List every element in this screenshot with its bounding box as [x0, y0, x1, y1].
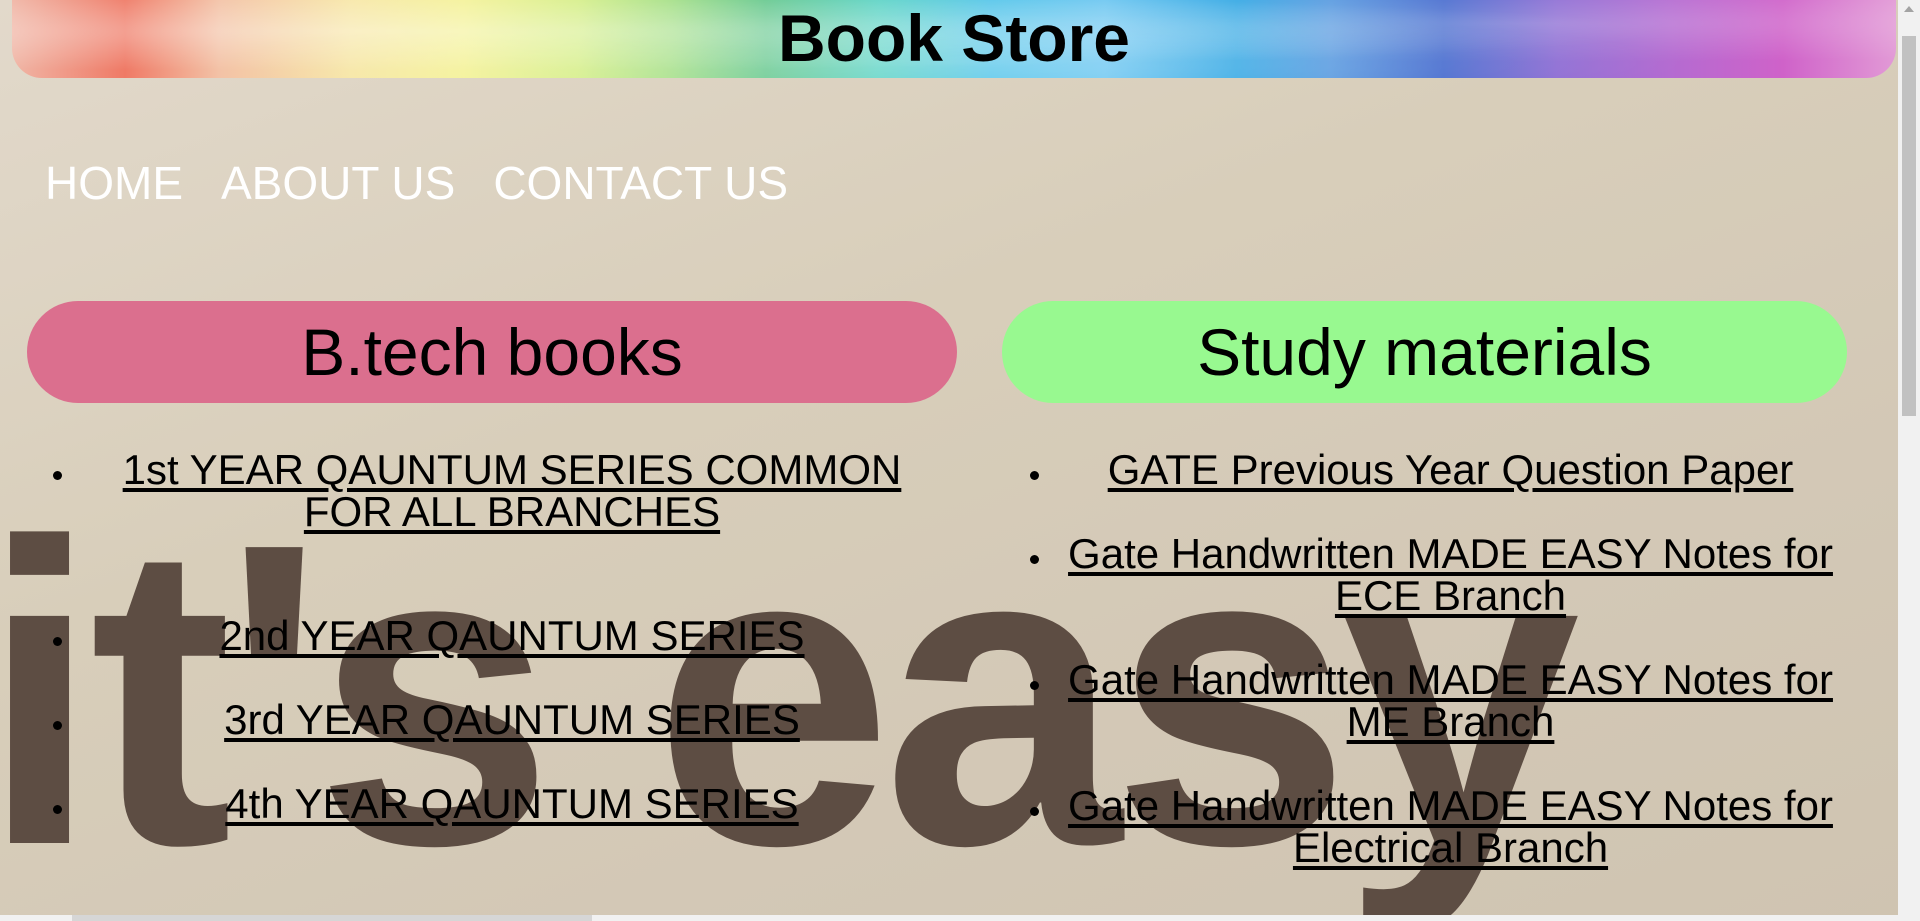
btech-books-section: B.tech books 1st YEAR QAUNTUM SERIES COM… — [27, 301, 957, 867]
vertical-scrollbar[interactable] — [1898, 0, 1920, 921]
list-item: Gate Handwritten MADE EASY Notes for Ele… — [1054, 785, 1847, 869]
material-link-ece-notes[interactable]: Gate Handwritten MADE EASY Notes for ECE… — [1068, 530, 1833, 619]
header-banner: Book Store — [12, 0, 1896, 78]
list-item: GATE Previous Year Question Paper — [1054, 449, 1847, 491]
list-item: Gate Handwritten MADE EASY Notes for ME … — [1054, 659, 1847, 743]
list-item: 3rd YEAR QAUNTUM SERIES — [77, 699, 947, 741]
horizontal-scrollbar-thumb[interactable] — [72, 915, 592, 921]
list-item: 4th YEAR QAUNTUM SERIES — [77, 783, 947, 825]
nav-contact-us[interactable]: CONTACT US — [493, 160, 788, 206]
scrollbar-thumb[interactable] — [1902, 36, 1916, 416]
study-materials-section: Study materials GATE Previous Year Quest… — [1002, 301, 1847, 911]
book-link-2nd-year[interactable]: 2nd YEAR QAUNTUM SERIES — [219, 612, 804, 659]
book-link-4th-year[interactable]: 4th YEAR QAUNTUM SERIES — [225, 780, 798, 827]
material-link-electrical-notes[interactable]: Gate Handwritten MADE EASY Notes for Ele… — [1068, 782, 1833, 871]
list-item: 1st YEAR QAUNTUM SERIES COMMON FOR ALL B… — [77, 449, 947, 533]
btech-books-heading: B.tech books — [27, 301, 957, 403]
nav-home[interactable]: HOME — [45, 160, 183, 206]
nav-about-us[interactable]: ABOUT US — [221, 160, 455, 206]
btech-books-list: 1st YEAR QAUNTUM SERIES COMMON FOR ALL B… — [27, 449, 957, 825]
book-link-3rd-year[interactable]: 3rd YEAR QAUNTUM SERIES — [224, 696, 800, 743]
material-link-gate-papers[interactable]: GATE Previous Year Question Paper — [1108, 446, 1794, 493]
book-link-1st-year[interactable]: 1st YEAR QAUNTUM SERIES COMMON FOR ALL B… — [123, 446, 902, 535]
horizontal-scrollbar[interactable] — [0, 915, 1898, 921]
study-materials-heading: Study materials — [1002, 301, 1847, 403]
list-item: Gate Handwritten MADE EASY Notes for ECE… — [1054, 533, 1847, 617]
site-title: Book Store — [777, 1, 1131, 75]
material-link-me-notes[interactable]: Gate Handwritten MADE EASY Notes for ME … — [1068, 656, 1833, 745]
study-materials-list: GATE Previous Year Question Paper Gate H… — [1002, 449, 1847, 869]
scroll-up-arrow-icon[interactable] — [1904, 6, 1914, 12]
list-item: 2nd YEAR QAUNTUM SERIES — [77, 615, 947, 657]
main-nav: HOME ABOUT US CONTACT US — [45, 160, 788, 206]
